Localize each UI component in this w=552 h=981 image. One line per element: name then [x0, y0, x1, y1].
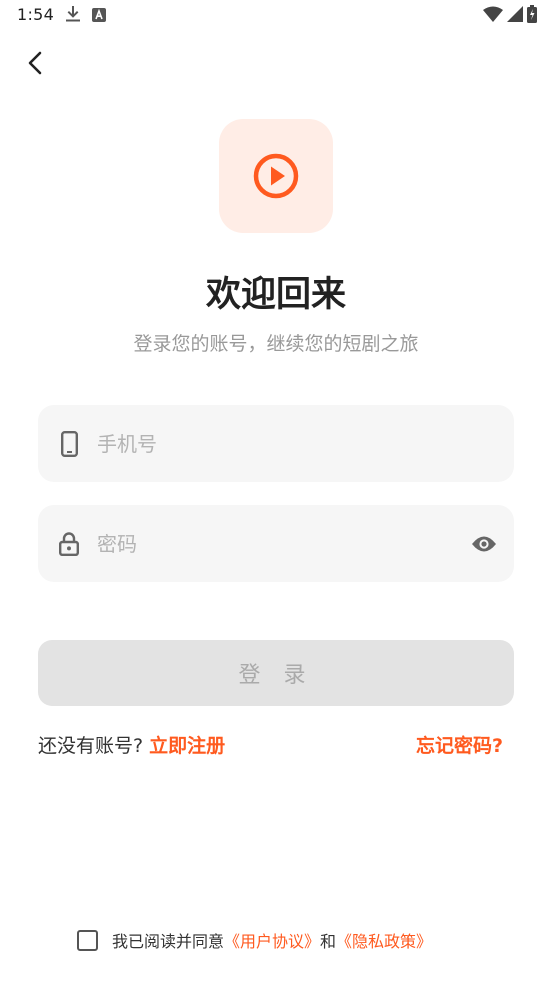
wifi-icon — [483, 6, 503, 26]
password-input[interactable] — [97, 505, 454, 582]
register-row: 还没有账号? 立即注册 — [38, 731, 225, 758]
privacy-policy-link[interactable]: 《隐私政策》 — [336, 928, 432, 952]
status-time: 1:54 — [17, 5, 55, 24]
app-logo-tile — [219, 119, 333, 233]
download-icon — [66, 6, 80, 26]
cellular-signal-icon — [507, 6, 523, 26]
password-field[interactable] — [38, 505, 514, 582]
agreement-row: 我已阅读并同意 《用户协议》 和 《隐私政策》 — [77, 928, 432, 952]
agreement-text: 我已阅读并同意 — [112, 932, 225, 951]
status-bar: 1:54 — [0, 0, 552, 32]
agreement-checkbox[interactable] — [77, 929, 98, 951]
user-agreement-link[interactable]: 《用户协议》 — [224, 928, 320, 952]
battery-icon — [527, 5, 537, 27]
register-link[interactable]: 立即注册 — [149, 735, 225, 757]
status-system-icons — [483, 5, 537, 27]
agreement-and-text: 和 — [320, 932, 337, 951]
eye-icon — [472, 536, 496, 551]
page-title: 欢迎回来 — [205, 275, 346, 315]
status-notification-icons — [66, 6, 106, 26]
play-circle-icon — [253, 153, 299, 199]
password-visibility-toggle[interactable] — [470, 530, 498, 558]
lock-icon — [58, 531, 80, 557]
page-subtitle: 登录您的账号，继续您的短剧之旅 — [133, 333, 419, 355]
phone-field[interactable] — [38, 405, 514, 482]
a-badge-icon — [92, 7, 106, 26]
forgot-password-link[interactable]: 忘记密码? — [416, 731, 503, 758]
chevron-left-icon — [28, 51, 42, 75]
back-button[interactable] — [16, 44, 54, 82]
no-account-text: 还没有账号? — [38, 735, 144, 757]
login-button[interactable]: 登 录 — [38, 640, 514, 706]
phone-input[interactable] — [97, 405, 454, 482]
phone-icon — [58, 430, 80, 457]
